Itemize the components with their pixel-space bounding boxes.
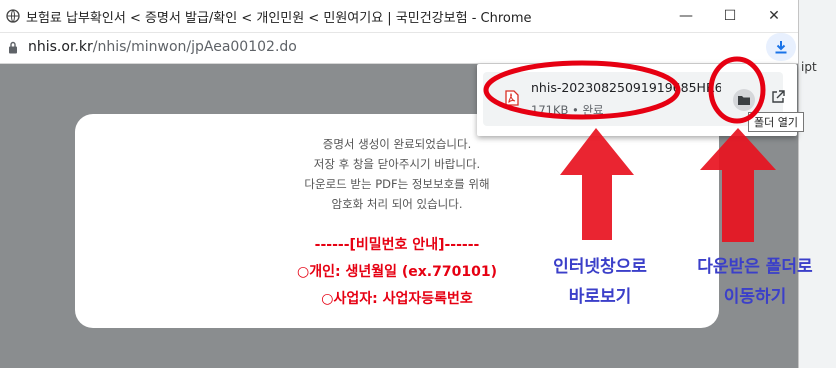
annotation-line: 다운받은 폴더로 — [697, 257, 813, 277]
pdf-icon — [505, 90, 519, 106]
download-filename[interactable]: nhis-20230825091919685HR6.pdf — [531, 80, 721, 95]
go-to-folder-annotation: 다운받은 폴더로 이동하기 — [680, 252, 830, 312]
message-line: 암호화 처리 되어 있습니다. — [331, 197, 463, 211]
open-in-browser-annotation: 인터넷창으로 바로보기 — [535, 252, 665, 312]
window-title: 보험료 납부확인서 < 증명서 발급/확인 < 개인민원 < 민원여기요 | 국… — [26, 10, 532, 26]
url-path: /nhis/minwon/jpAea00102.do — [92, 39, 297, 55]
background-window: ipt — [798, 0, 836, 368]
annotation-line: 바로보기 — [568, 287, 632, 307]
download-status: 171KB • 완료 — [531, 103, 604, 117]
annotation-line: 인터넷창으로 — [553, 257, 647, 277]
open-external-icon[interactable] — [771, 90, 785, 104]
download-button[interactable] — [766, 33, 796, 61]
lock-icon[interactable] — [8, 41, 18, 54]
close-button[interactable]: ✕ — [752, 0, 796, 32]
url-host: nhis.or.kr — [28, 39, 93, 55]
download-icon — [775, 41, 787, 54]
download-item[interactable]: nhis-20230825091919685HR6.pdf 171KB • 완료 — [483, 72, 785, 126]
background-window-text: ipt — [801, 60, 817, 74]
message-line: 저장 후 창을 닫아주시기 바랍니다. — [313, 157, 481, 171]
minimize-button[interactable]: — — [664, 0, 708, 32]
folder-tooltip: 폴더 열기 — [748, 112, 804, 132]
message-line: 증명서 생성이 완료되었습니다. — [322, 137, 472, 151]
message-line: 다운로드 받는 PDF는 정보보호를 위해 — [304, 177, 490, 191]
maximize-button[interactable]: ☐ — [708, 0, 752, 32]
globe-icon — [6, 9, 20, 23]
address-bar[interactable]: nhis.or.kr/nhis/minwon/jpAea00102.do — [0, 33, 798, 64]
folder-icon — [738, 96, 750, 105]
show-in-folder-button[interactable] — [733, 89, 755, 111]
dialog-message: 증명서 생성이 완료되었습니다. 저장 후 창을 닫아주시기 바랍니다. 다운로… — [75, 134, 719, 214]
url-text[interactable]: nhis.or.kr/nhis/minwon/jpAea00102.do — [28, 39, 297, 55]
annotation-line: 이동하기 — [723, 287, 787, 307]
